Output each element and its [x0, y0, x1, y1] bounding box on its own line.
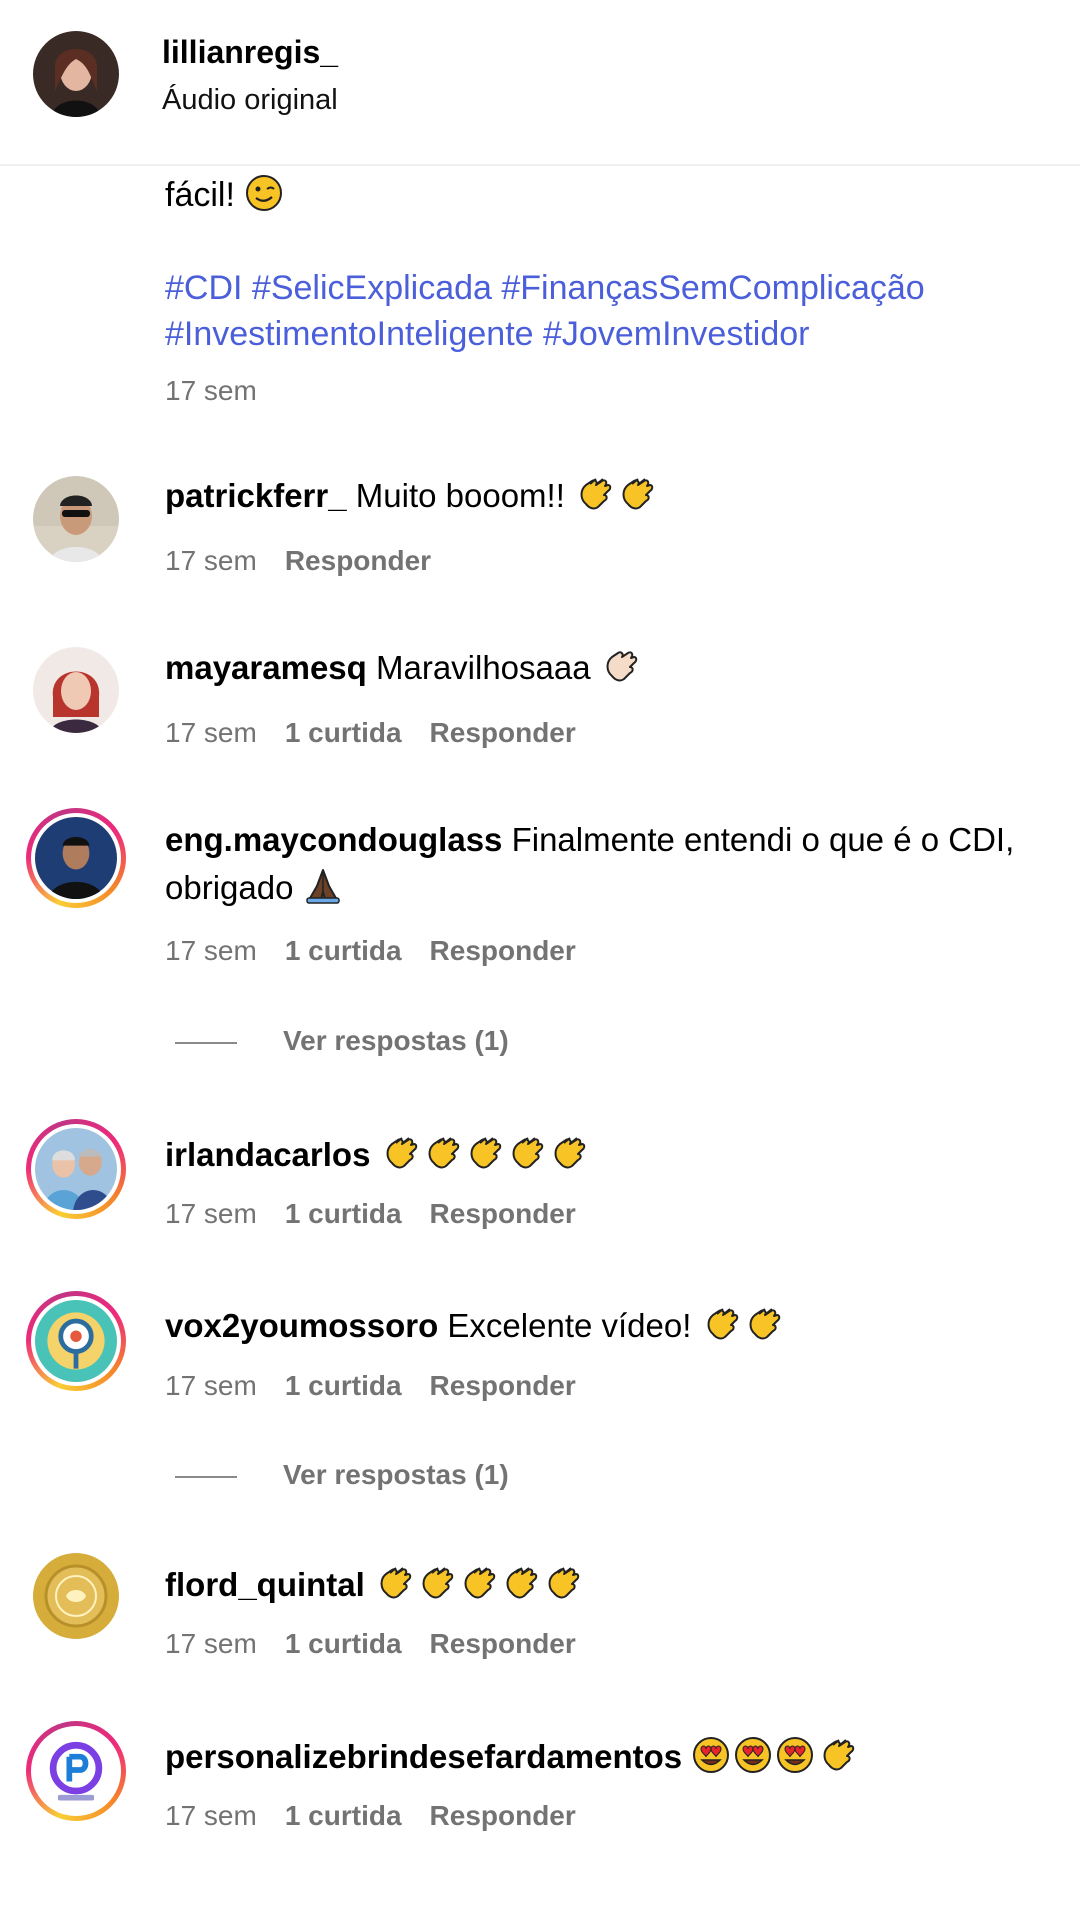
comment-username[interactable]: patrickferr_	[165, 477, 347, 514]
hashtags-line-1[interactable]: #CDI #SelicExplicada #FinançasSemComplic…	[165, 265, 1065, 311]
comment-username[interactable]: personalizebrindesefardamentos	[165, 1738, 682, 1775]
comment-body: Maravilhosaaa	[375, 649, 591, 686]
clap-emoji-icon	[701, 1304, 741, 1344]
comment-text: mayaramesq Maravilhosaaa	[165, 644, 1065, 692]
clap-emoji-icon	[506, 1133, 546, 1173]
comment-likes[interactable]: 1 curtida	[285, 1628, 402, 1659]
clap-emoji-icon	[500, 1563, 540, 1603]
author-avatar[interactable]	[33, 31, 119, 117]
view-replies-button[interactable]: Ver respostas (1)	[175, 1459, 509, 1491]
replies-divider-line	[175, 1475, 237, 1478]
audio-label[interactable]: Áudio original	[162, 84, 338, 117]
caption-timestamp: 17 sem	[165, 375, 257, 406]
comment-time: 17 sem	[165, 717, 257, 748]
reply-button[interactable]: Responder	[285, 545, 431, 576]
comment-time: 17 sem	[165, 1370, 257, 1401]
comment-text: patrickferr_ Muito booom!!	[165, 472, 1065, 520]
comment-likes[interactable]: 1 curtida	[285, 1800, 402, 1831]
comment-text: personalizebrindesefardamentos	[165, 1733, 1065, 1781]
comment-body: Excelente vídeo!	[447, 1307, 692, 1344]
comment-likes[interactable]: 1 curtida	[285, 1198, 402, 1229]
avatar[interactable]	[33, 476, 119, 562]
comment-body-line-2: obrigado	[165, 869, 294, 906]
avatar-story-ring[interactable]	[26, 1721, 126, 1821]
comment-meta: 17 sem 1 curtida Responder	[165, 935, 604, 967]
comment-meta: 17 sem 1 curtida Responder	[165, 1800, 604, 1832]
clap-emoji-icon	[817, 1735, 857, 1775]
comment-time: 17 sem	[165, 1800, 257, 1831]
heart-eyes-emoji-icon	[691, 1735, 731, 1775]
comment-username[interactable]: mayaramesq	[165, 649, 367, 686]
heart-eyes-emoji-icon	[733, 1735, 773, 1775]
reply-button[interactable]: Responder	[430, 1628, 576, 1659]
author-username[interactable]: lillianregis_	[162, 34, 338, 71]
avatar-story-ring[interactable]	[26, 1291, 126, 1391]
clap-emoji-icon	[380, 1133, 420, 1173]
comment-time: 17 sem	[165, 545, 257, 576]
wink-emoji-icon	[244, 173, 284, 213]
clap-emoji-icon	[416, 1563, 456, 1603]
replies-divider-line	[175, 1041, 237, 1044]
clap-emoji-icon	[464, 1133, 504, 1173]
clap-emoji-icon	[422, 1133, 462, 1173]
view-replies-button[interactable]: Ver respostas (1)	[175, 1025, 509, 1057]
comment-meta: 17 sem 1 curtida Responder	[165, 1628, 604, 1660]
clap-emoji-icon	[542, 1563, 582, 1603]
comment-username[interactable]: eng.maycondouglass	[165, 821, 502, 858]
comment-time: 17 sem	[165, 1628, 257, 1659]
hashtags-line-2[interactable]: #InvestimentoInteligente #JovemInvestido…	[165, 311, 1065, 357]
comment-meta: 17 sem Responder	[165, 545, 459, 577]
clap-emoji-icon	[548, 1133, 588, 1173]
reply-button[interactable]: Responder	[430, 717, 576, 748]
clap-emoji-icon	[374, 1563, 414, 1603]
clap-emoji-icon	[458, 1563, 498, 1603]
clap-emoji-icon	[616, 474, 656, 514]
comment-text: vox2youmossoro Excelente vídeo!	[165, 1302, 1065, 1350]
reply-button[interactable]: Responder	[430, 1198, 576, 1229]
comment-meta: 17 sem 1 curtida Responder	[165, 717, 604, 749]
clap-emoji-icon	[574, 474, 614, 514]
avatar[interactable]	[33, 1553, 119, 1639]
post-caption: fácil!	[165, 172, 1065, 218]
header-divider	[0, 164, 1080, 166]
comment-username[interactable]: flord_quintal	[165, 1566, 365, 1603]
comment-text: eng.maycondouglass Finalmente entendi o …	[165, 816, 1065, 912]
comment-username[interactable]: vox2youmossoro	[165, 1307, 438, 1344]
comment-body: Finalmente entendi o que é o CDI,	[511, 821, 1015, 858]
comment-meta: 17 sem 1 curtida Responder	[165, 1198, 604, 1230]
reply-button[interactable]: Responder	[430, 935, 576, 966]
view-replies-label[interactable]: Ver respostas (1)	[283, 1025, 509, 1056]
comment-meta: 17 sem 1 curtida Responder	[165, 1370, 604, 1402]
avatar-story-ring[interactable]	[26, 1119, 126, 1219]
comment-time: 17 sem	[165, 935, 257, 966]
comment-text: flord_quintal	[165, 1561, 1065, 1609]
comment-likes[interactable]: 1 curtida	[285, 1370, 402, 1401]
heart-eyes-emoji-icon	[775, 1735, 815, 1775]
clap-emoji-icon	[743, 1304, 783, 1344]
caption-text: fácil!	[165, 176, 235, 214]
avatar[interactable]	[33, 647, 119, 733]
post-header: lillianregis_ Áudio original	[0, 0, 1080, 165]
pray-emoji-icon	[303, 866, 343, 906]
reply-button[interactable]: Responder	[430, 1370, 576, 1401]
caption-hashtags: #CDI #SelicExplicada #FinançasSemComplic…	[165, 265, 1065, 357]
clap-emoji-icon	[600, 646, 640, 686]
comment-username[interactable]: irlandacarlos	[165, 1136, 370, 1173]
avatar-story-ring[interactable]	[26, 808, 126, 908]
comment-text: irlandacarlos	[165, 1131, 1065, 1179]
comment-likes[interactable]: 1 curtida	[285, 935, 402, 966]
reply-button[interactable]: Responder	[430, 1800, 576, 1831]
comment-body: Muito booom!!	[355, 477, 565, 514]
comment-likes[interactable]: 1 curtida	[285, 717, 402, 748]
comment-time: 17 sem	[165, 1198, 257, 1229]
view-replies-label[interactable]: Ver respostas (1)	[283, 1459, 509, 1490]
